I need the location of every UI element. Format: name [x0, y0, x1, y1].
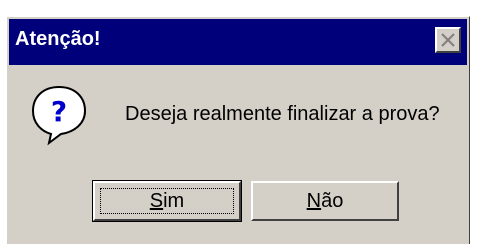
dialog-message: Deseja realmente finalizar a prova?: [125, 103, 440, 125]
svg-text:?: ?: [51, 95, 67, 128]
yes-button[interactable]: Sim: [92, 180, 242, 222]
close-icon: [441, 33, 455, 47]
no-button-label: Não: [307, 190, 344, 212]
yes-button-label: Sim: [150, 190, 184, 212]
title-bar[interactable]: Atenção!: [9, 19, 467, 65]
confirm-dialog: Atenção! ? Deseja realmente finalizar a …: [6, 16, 470, 244]
close-button[interactable]: [435, 27, 461, 53]
yes-mnemonic: S: [149, 190, 164, 212]
no-label-rest: ão: [321, 190, 344, 212]
no-mnemonic: N: [306, 190, 322, 212]
question-icon: ?: [31, 85, 87, 146]
dialog-title: Atenção!: [15, 28, 101, 50]
yes-label-rest: im: [163, 190, 185, 212]
no-button[interactable]: Não: [251, 181, 399, 221]
